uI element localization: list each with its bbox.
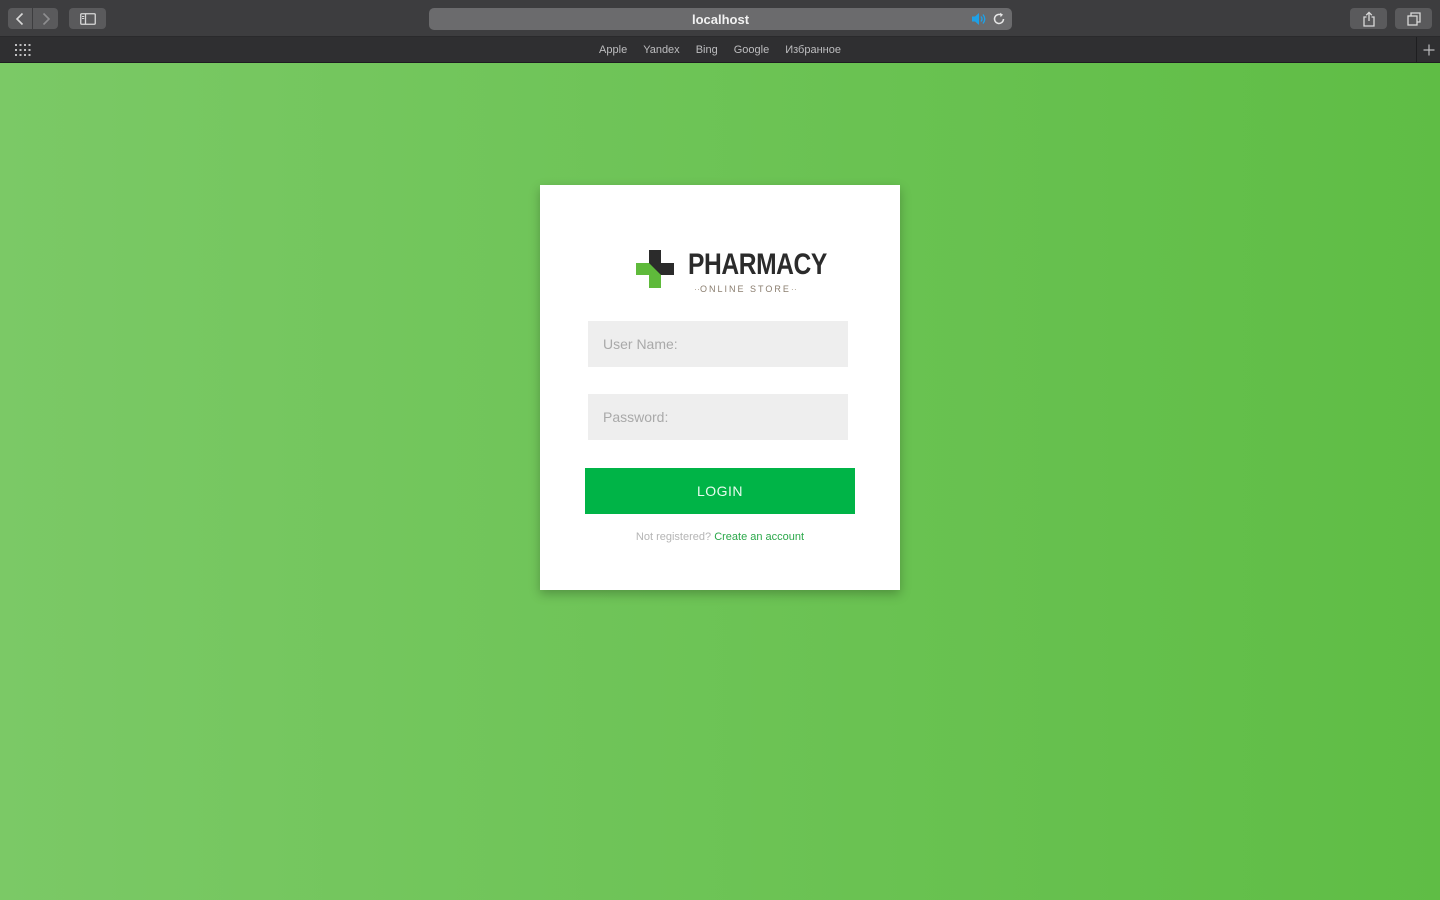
- plus-icon: [1423, 44, 1434, 56]
- reload-icon[interactable]: [991, 11, 1007, 27]
- login-card: PHARMACY ··ONLINE STORE·· LOGIN Not regi…: [540, 185, 900, 590]
- address-text: localhost: [691, 11, 750, 27]
- new-tab-button[interactable]: [1416, 37, 1440, 63]
- show-tabs-button[interactable]: [1395, 8, 1432, 29]
- sidebar-icon: [79, 12, 96, 25]
- back-button[interactable]: [8, 8, 32, 29]
- brand-subtitle: ··ONLINE STORE··: [694, 284, 797, 294]
- create-account-link[interactable]: Create an account: [714, 531, 804, 543]
- register-prompt: Not registered? Create an account: [540, 531, 900, 543]
- favorites-bar: Apple Yandex Bing Google Избранное: [0, 37, 1440, 63]
- brand-subtitle-text: ONLINE STORE: [700, 284, 791, 294]
- chevron-right-icon: [42, 12, 50, 25]
- pharmacy-cross-icon: [636, 250, 674, 288]
- not-registered-text: Not registered?: [635, 531, 712, 543]
- brand-name: PHARMACY: [688, 248, 827, 281]
- audio-playing-icon[interactable]: [970, 11, 988, 27]
- tabs-overview-icon: [1406, 11, 1421, 26]
- login-button[interactable]: LOGIN: [585, 468, 855, 514]
- favorite-link-bing[interactable]: Bing: [696, 44, 718, 56]
- pharmacy-logo: PHARMACY ··ONLINE STORE··: [635, 248, 827, 297]
- sidebar-toggle-button[interactable]: [69, 8, 106, 29]
- password-input[interactable]: [588, 394, 848, 440]
- share-button[interactable]: [1350, 8, 1387, 29]
- username-input[interactable]: [588, 321, 848, 367]
- favorite-link-apple[interactable]: Apple: [599, 44, 627, 56]
- browser-toolbar: localhost: [0, 0, 1440, 37]
- favorite-link-yandex[interactable]: Yandex: [643, 44, 680, 56]
- favorites-list: Apple Yandex Bing Google Избранное: [0, 37, 1440, 63]
- address-bar[interactable]: localhost: [429, 8, 1012, 30]
- forward-button[interactable]: [33, 8, 58, 29]
- page-background: PHARMACY ··ONLINE STORE·· LOGIN Not regi…: [0, 63, 1440, 900]
- favorite-link-favorites[interactable]: Избранное: [785, 44, 841, 56]
- share-icon: [1362, 10, 1375, 27]
- favorite-link-google[interactable]: Google: [734, 44, 769, 56]
- chevron-left-icon: [15, 12, 24, 25]
